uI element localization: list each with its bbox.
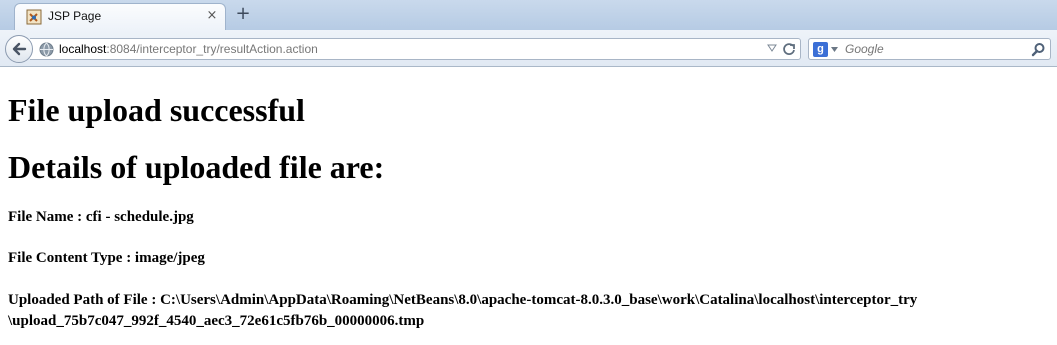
- magnifier-icon[interactable]: [1031, 42, 1046, 57]
- upload-path-continuation: \upload_75b7c047_992f_4540_aec3_72e61c5f…: [8, 313, 425, 329]
- url-path: :8084/interceptor_try/resultAction.actio…: [106, 42, 318, 56]
- url-text[interactable]: localhost:8084/interceptor_try/resultAct…: [59, 42, 318, 56]
- success-heading: File upload successful: [8, 92, 305, 128]
- java-cup-icon: [26, 9, 42, 25]
- browser-tab[interactable]: JSP Page ×: [14, 3, 226, 30]
- chevron-down-icon[interactable]: [831, 47, 838, 52]
- address-bar[interactable]: localhost:8084/interceptor_try/resultAct…: [30, 38, 801, 60]
- file-name-line: File Name : cfi - schedule.jpg: [8, 209, 194, 225]
- back-arrow-icon: [12, 42, 27, 56]
- details-heading: Details of uploaded file are:: [8, 149, 385, 185]
- globe-icon: [39, 42, 54, 57]
- tab-strip: JSP Page × +: [0, 0, 1057, 30]
- url-host: localhost: [59, 42, 107, 56]
- reload-icon[interactable]: [782, 42, 796, 56]
- new-tab-button[interactable]: +: [234, 5, 252, 23]
- navigation-bar: localhost:8084/interceptor_try/resultAct…: [0, 30, 1057, 67]
- tab-title: JSP Page: [48, 9, 102, 23]
- search-input[interactable]: Google: [845, 42, 884, 56]
- upload-path-line: Uploaded Path of File : C:\Users\Admin\A…: [8, 292, 918, 308]
- content-type-line: File Content Type : image/jpeg: [8, 250, 205, 266]
- search-engine-icon[interactable]: g: [813, 42, 828, 57]
- search-bar[interactable]: g Google: [808, 38, 1051, 60]
- close-icon[interactable]: ×: [205, 9, 219, 23]
- back-button[interactable]: [5, 35, 33, 63]
- dropdown-arrow-icon[interactable]: [767, 44, 777, 52]
